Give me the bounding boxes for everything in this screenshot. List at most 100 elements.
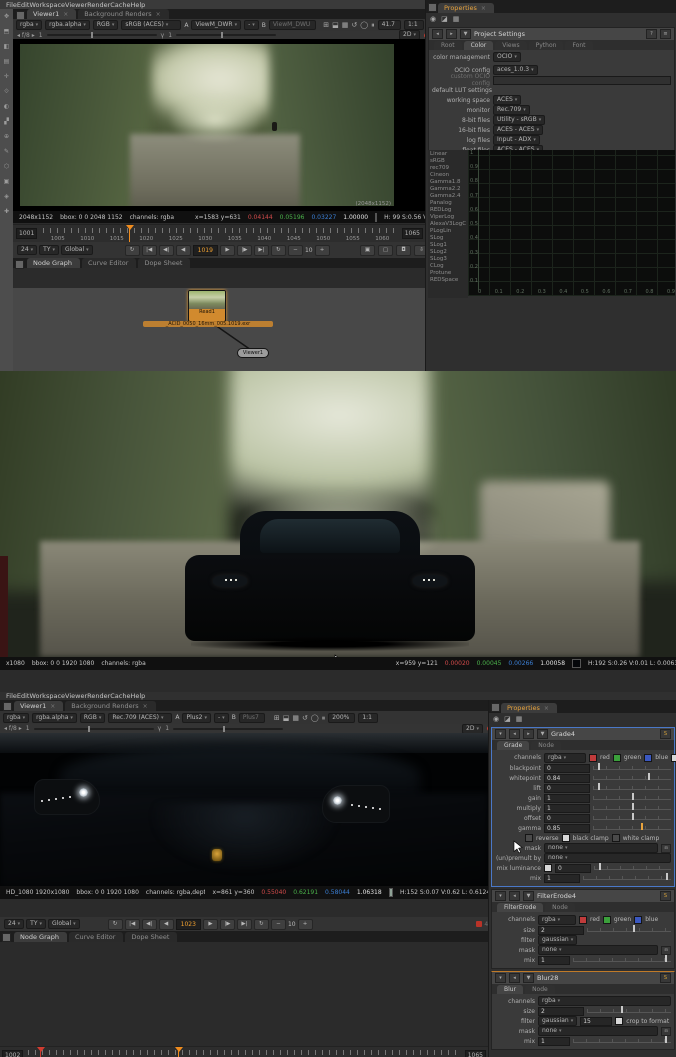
channels-dropdown[interactable]: rgba bbox=[538, 996, 671, 1006]
gain-value[interactable]: 1 bbox=[39, 32, 43, 39]
node-read1[interactable]: Read1 bbox=[188, 290, 226, 322]
green-checkbox[interactable] bbox=[602, 915, 611, 924]
step-minus-button[interactable]: − bbox=[270, 918, 286, 930]
viewer-tool-icon[interactable]: ▦ bbox=[292, 714, 299, 722]
mask-dropdown[interactable]: none bbox=[544, 843, 658, 853]
colorspace-item[interactable]: CLog bbox=[430, 263, 466, 270]
center-icon[interactable]: ▼ bbox=[537, 729, 548, 739]
toolbar-icon[interactable]: ⊕ bbox=[0, 129, 13, 144]
gain-slider[interactable] bbox=[33, 725, 154, 732]
alpha-checkbox[interactable] bbox=[671, 753, 676, 762]
input-a-dropdown[interactable]: Plus2 bbox=[182, 712, 211, 723]
menu-item[interactable]: Help bbox=[130, 1, 145, 9]
crop-checkbox[interactable] bbox=[615, 1017, 624, 1025]
channels-dropdown[interactable]: rgba bbox=[544, 752, 586, 763]
blackpoint-input[interactable]: 0 bbox=[544, 763, 590, 773]
tab-node[interactable]: Node bbox=[525, 985, 555, 994]
toolbar-icon[interactable]: ◐ bbox=[0, 99, 13, 114]
sticky-icon[interactable]: S bbox=[660, 891, 671, 901]
close-icon[interactable]: × bbox=[156, 11, 161, 18]
mask-dropdown[interactable]: none bbox=[538, 945, 658, 955]
gamma-input[interactable]: 0.85 bbox=[544, 823, 590, 833]
timeline-right-icon[interactable]: ◘ bbox=[396, 244, 411, 256]
input-a-dropdown[interactable]: ViewM_DWR bbox=[191, 20, 242, 30]
mix-input[interactable]: 1 bbox=[544, 873, 580, 883]
tab-dope-sheet[interactable]: Dope Sheet bbox=[138, 258, 191, 268]
channels-dropdown[interactable]: rgba bbox=[538, 914, 576, 925]
color-management-dropdown[interactable]: OCIO bbox=[493, 52, 521, 62]
black-clamp-checkbox[interactable] bbox=[561, 834, 570, 842]
menu-item[interactable]: Render bbox=[87, 1, 110, 9]
red-checkbox[interactable] bbox=[589, 753, 597, 762]
size-input[interactable]: 2 bbox=[538, 1006, 584, 1016]
record-icon[interactable] bbox=[476, 921, 483, 927]
filter-dropdown[interactable]: gaussian bbox=[538, 1016, 578, 1026]
transport-button[interactable]: |◀ bbox=[124, 918, 140, 930]
tab-blur[interactable]: Blur bbox=[497, 985, 524, 994]
grade4-header[interactable]: ▾ ◂ ▸ ▼ Grade4 S bbox=[492, 728, 674, 740]
colorspace-item[interactable]: Linear bbox=[430, 151, 466, 158]
16bit-dropdown[interactable]: ACES - ACES bbox=[493, 125, 544, 135]
ty-dropdown[interactable]: TY bbox=[39, 245, 60, 255]
lift-input[interactable]: 0 bbox=[544, 783, 590, 793]
viewer-tool-icon[interactable]: ↺ bbox=[302, 714, 308, 722]
menu-icon[interactable]: ≡ bbox=[660, 29, 671, 39]
tab-node[interactable]: Node bbox=[545, 903, 575, 912]
colorspace-item[interactable]: sRGB bbox=[430, 158, 466, 165]
lock-icon[interactable]: ◪ bbox=[504, 715, 511, 723]
gain-slider[interactable] bbox=[46, 32, 157, 38]
pin-icon[interactable]: ◉ bbox=[493, 715, 499, 723]
trash-icon[interactable]: ▦ bbox=[453, 15, 460, 23]
viewer-image-car-closeup[interactable] bbox=[0, 733, 488, 886]
channels-dropdown[interactable]: rgba bbox=[16, 20, 43, 30]
trash-icon[interactable]: ▦ bbox=[516, 715, 523, 723]
playhead[interactable] bbox=[175, 1047, 183, 1057]
viewer-tool-icon[interactable]: ⏸ bbox=[322, 714, 326, 722]
toolbar-icon[interactable]: ✛ bbox=[0, 69, 13, 84]
curve-grid[interactable]: 1 0.9 0.8 0.7 0.6 0.5 0.4 0.3 0.2 0.1 0 0.1 0.2 0.3 0… bbox=[468, 150, 675, 296]
colorspace-item[interactable]: PLogLin bbox=[430, 228, 466, 235]
layer-dropdown[interactable]: rgba.alpha bbox=[32, 712, 77, 723]
tab-node[interactable]: Node bbox=[531, 741, 561, 750]
tab-background-renders[interactable]: Background Renders × bbox=[65, 701, 156, 711]
colorspace-item[interactable]: SLog1 bbox=[430, 242, 466, 249]
mask-invert-icon[interactable]: ⊟ bbox=[661, 1026, 671, 1036]
tab-background-renders[interactable]: Background Renders × bbox=[78, 9, 169, 19]
transport-button[interactable]: ↻ bbox=[270, 244, 286, 256]
viewer-tool-icon[interactable]: ◯ bbox=[311, 714, 319, 722]
ty-dropdown[interactable]: TY bbox=[26, 919, 47, 929]
menu-item[interactable]: Edit bbox=[17, 692, 30, 700]
timeline-ruler[interactable]: 1001 1005 1010 1015 1020 1025 1030 1035 1040 104… bbox=[13, 224, 425, 244]
pane-menu-icon[interactable] bbox=[2, 933, 11, 942]
toolbar-icon[interactable]: ▤ bbox=[0, 54, 13, 69]
transport-button[interactable]: ▶ bbox=[219, 244, 235, 256]
center-icon[interactable]: ▼ bbox=[460, 29, 471, 39]
blue-checkbox[interactable] bbox=[634, 915, 643, 924]
colorspace-item[interactable]: Panalog bbox=[430, 200, 466, 207]
toolbar-icon[interactable]: ▞ bbox=[0, 114, 13, 129]
tab-node-graph[interactable]: Node Graph bbox=[14, 932, 67, 942]
tab-viewer1[interactable]: Viewer1 × bbox=[14, 701, 64, 711]
menu-item[interactable]: Cache bbox=[110, 1, 130, 9]
viewer-tool-icon[interactable]: ◯ bbox=[360, 21, 368, 29]
transport-button[interactable]: |▶ bbox=[219, 918, 235, 930]
whitepoint-slider[interactable] bbox=[593, 773, 671, 780]
offset-slider[interactable] bbox=[593, 813, 671, 820]
fps-dropdown[interactable]: 24 bbox=[4, 919, 25, 929]
colorspace-item[interactable]: SLog2 bbox=[430, 249, 466, 256]
tab-node-graph[interactable]: Node Graph bbox=[27, 258, 80, 268]
menu-item[interactable]: Help bbox=[130, 692, 145, 700]
working-space-dropdown[interactable]: ACES bbox=[493, 95, 522, 105]
multiply-input[interactable]: 1 bbox=[544, 803, 590, 813]
colorspace-item[interactable]: REDSpace bbox=[430, 277, 466, 284]
transport-button[interactable]: |▶ bbox=[236, 244, 252, 256]
menu-item[interactable]: Edit bbox=[17, 1, 30, 9]
toolbar-icon[interactable]: ◈ bbox=[0, 189, 13, 204]
tab-properties[interactable]: Properties × bbox=[501, 703, 557, 713]
mix-input[interactable]: 1 bbox=[538, 955, 570, 965]
tab-root[interactable]: Root bbox=[434, 41, 462, 50]
left-arrow-icon[interactable]: ◂ bbox=[509, 891, 520, 901]
step-plus-button[interactable]: + bbox=[297, 918, 313, 930]
gamma-slider[interactable] bbox=[176, 32, 277, 38]
sticky-icon[interactable]: S bbox=[660, 729, 671, 739]
